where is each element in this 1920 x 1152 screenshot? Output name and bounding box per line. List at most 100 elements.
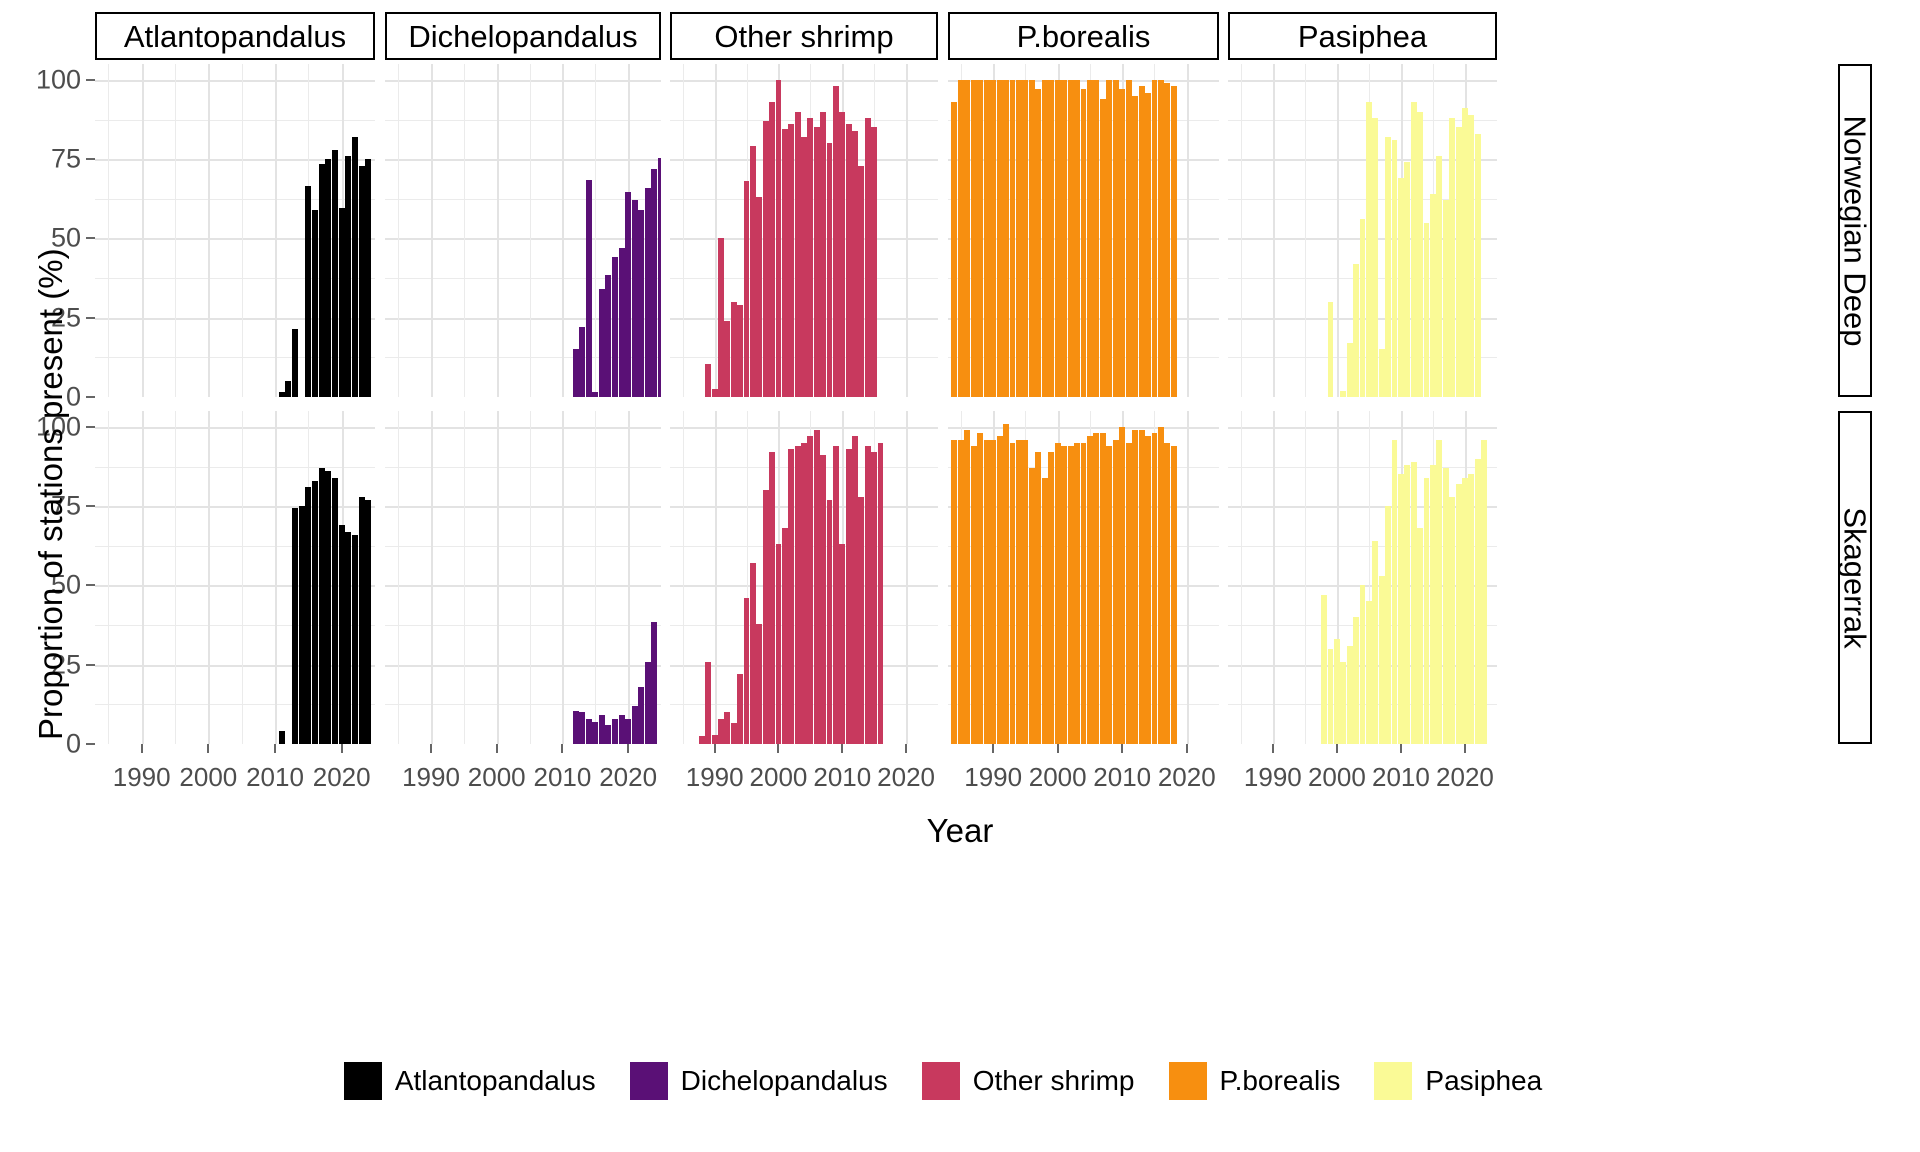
gridline-v-major [1336,64,1339,397]
y-tick-mark [86,663,95,666]
bar [1340,390,1347,397]
y-tick-mark [86,505,95,508]
bar [807,117,814,397]
x-tick-mark [1056,744,1059,753]
bar [832,445,839,744]
x-tick-mark [207,744,210,753]
bar [598,289,605,397]
bar [775,79,782,397]
legend-key-swatch [629,1062,668,1100]
bar [338,525,345,744]
bar [970,445,977,744]
x-tick-label: 2020 [877,762,936,792]
bar [1061,79,1068,397]
bar [1016,79,1022,397]
gridline-h-minor [385,198,661,200]
strip-label-dichelopandalus: Dichelopandalus [385,12,661,60]
bar [1151,79,1158,397]
bar [705,661,712,744]
gridline-v-major [496,411,499,744]
bar [839,111,846,397]
gridline-h-minor [385,545,661,547]
gridline-h-major [95,79,375,82]
bar [325,471,332,744]
bar [657,157,661,397]
gridline-v-major [431,411,433,744]
gridline-h-major [385,664,661,667]
bar [977,79,984,397]
bar [318,163,325,397]
legend-item-dichelopandalus[interactable]: Dichelopandalus [629,1062,922,1100]
gridline-v-major [906,64,909,397]
bar [605,724,612,744]
legend-item-label: Other shrimp [972,1065,1135,1096]
legend-key-swatch [1168,1062,1207,1100]
gridline-v-minor [108,64,110,397]
gridline-v-minor [241,411,243,744]
figure-root: Atlantopandalus Dichelopandalus Other shri… [0,0,1920,1152]
bar [1164,442,1171,744]
gridline-h-major [948,426,1219,429]
legend-item-pasiphea[interactable]: Pasiphea [1374,1062,1576,1100]
bar [1404,464,1411,744]
bar [1442,468,1449,744]
bar [618,715,625,744]
bar [1099,433,1106,744]
bar [794,445,801,744]
bar [1378,349,1385,397]
bar [605,274,612,397]
gridline-h-major [1228,426,1497,429]
bar [631,705,638,744]
bar [1016,439,1022,744]
bar [852,130,858,397]
legend-item-atlantopandalus[interactable]: Atlantopandalus [343,1062,630,1100]
y-tick-mark [86,78,95,81]
bar [1430,464,1436,744]
bar [1061,445,1068,744]
bar [572,710,579,744]
bar [951,102,958,397]
bar [598,715,605,744]
bar [1321,594,1328,744]
gridline-h-major [385,585,661,588]
bar [970,79,977,397]
bar [1138,86,1145,397]
legend-item-p-borealis[interactable]: P.borealis [1168,1062,1375,1100]
panel-skagerrak-pasiphea [1228,411,1497,744]
bar [711,389,718,397]
bar [1455,127,1462,397]
gridline-v-minor [241,64,243,397]
gridline-v-major [906,411,909,744]
x-tick-mark [841,744,844,753]
bar [1132,430,1139,744]
bar [278,731,285,744]
legend-item-other-shrimp[interactable]: Other shrimp [921,1062,1169,1100]
bar [1086,79,1093,397]
bar [1009,79,1016,397]
gridline-h-minor [1228,466,1497,468]
bar [718,238,724,397]
bar [1112,439,1119,744]
bar [1353,617,1360,744]
bar [1003,423,1010,744]
panel-norwegian-deep-pasiphea [1228,64,1497,397]
x-tick-mark [992,744,995,753]
x-tick-label: 2010 [813,762,872,792]
gridline-h-minor [1228,119,1497,121]
bar [1028,468,1035,744]
bar [1365,102,1372,397]
x-tick-mark [713,744,716,753]
bar [625,718,632,744]
bar [1436,155,1443,397]
bar [1119,426,1126,744]
gridline-h-major [385,506,661,509]
bar [585,179,592,397]
y-tick-label: 75 [50,143,81,174]
bar [845,449,852,744]
bar [638,209,645,397]
gridline-h-minor [95,466,375,468]
legend-key-swatch [921,1062,960,1100]
bar [331,477,339,744]
legend-key-swatch [1374,1062,1413,1100]
x-tick-mark [274,744,276,753]
